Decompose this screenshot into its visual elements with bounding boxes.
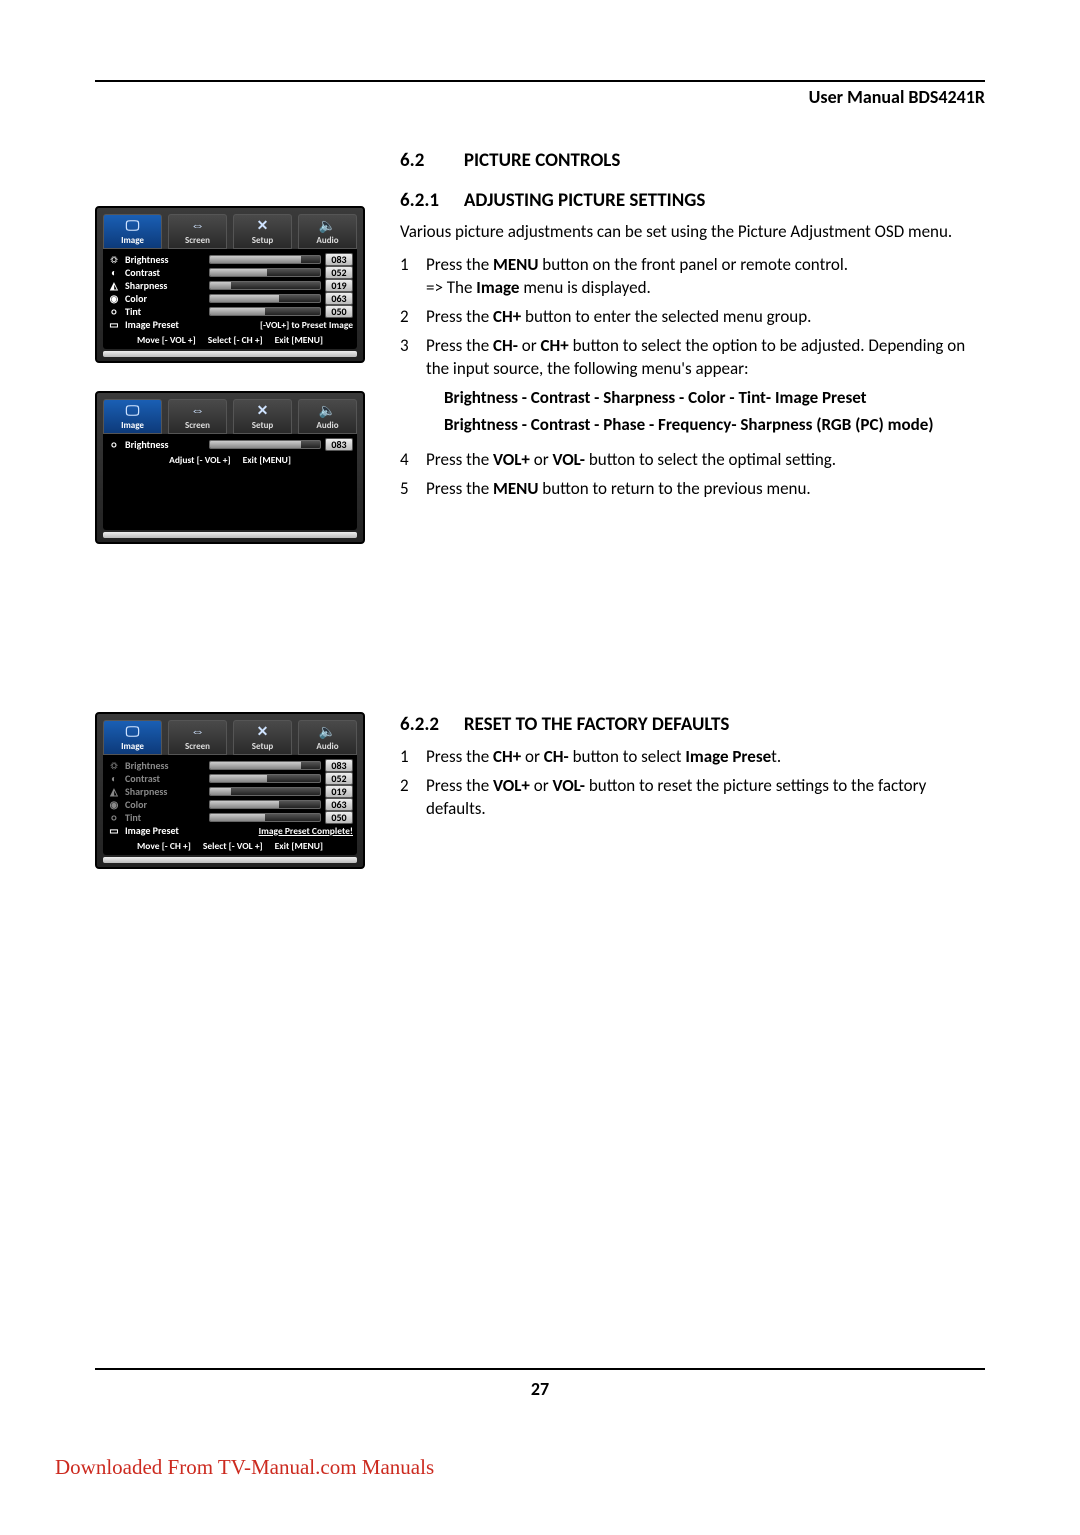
setup-icon: ✕ bbox=[234, 404, 291, 420]
monitor-icon: 🖵 bbox=[104, 725, 161, 741]
color-icon: ◉ bbox=[107, 292, 121, 305]
osd-row-contrast: ◐ Contrast 052 bbox=[107, 266, 353, 279]
osd-menu-image-settings: 🖵 Image ⇔ Screen ✕ Setup 🔈 Audio bbox=[95, 206, 365, 363]
osd-hints: Adjust [- VOL +] Exit [MENU] bbox=[107, 451, 353, 467]
osd-body: ○ Brightness 083 Adjust [- VOL +] Exit [… bbox=[103, 434, 357, 530]
osd-row-sharpness: ◭ Sharpness 019 bbox=[107, 279, 353, 292]
osd-row-image-preset: ▭ Image Preset [-VOL+] to Preset Image bbox=[107, 318, 353, 331]
osd-tabs: 🖵 Image ⇔ Screen ✕ Setup 🔈 Audio bbox=[97, 393, 363, 434]
step-3: 3 Press the CH- or CH+ button to select … bbox=[400, 335, 985, 443]
steps-list: 1 Press the MENU button on the front pan… bbox=[400, 254, 985, 500]
osd-footer-bar bbox=[103, 857, 357, 863]
osd-row-tint: ○ Tint 050 bbox=[107, 811, 353, 824]
contrast-icon: ◐ bbox=[107, 772, 121, 785]
section-6-2-heading: 6.2 PICTURE CONTROLS bbox=[400, 148, 985, 174]
sharpness-icon: ◭ bbox=[107, 279, 121, 292]
brightness-icon: ☼ bbox=[107, 759, 121, 772]
osd-tab-audio: 🔈 Audio bbox=[298, 720, 357, 755]
osd-footer-bar bbox=[103, 351, 357, 357]
left-column: 🖵 Image ⇔ Screen ✕ Setup 🔈 Audio bbox=[95, 148, 375, 572]
mode-bullets: Brightness - Contrast - Sharpness - Colo… bbox=[444, 387, 985, 437]
osd-row-brightness: ☼ Brightness 083 bbox=[107, 759, 353, 772]
footer-rule bbox=[95, 1368, 985, 1370]
monitor-icon: 🖵 bbox=[104, 219, 161, 235]
setup-icon: ✕ bbox=[234, 219, 291, 235]
sharpness-icon: ◭ bbox=[107, 785, 121, 798]
osd-row-brightness: ○ Brightness 083 bbox=[107, 438, 353, 451]
osd-row-sharpness: ◭ Sharpness 019 bbox=[107, 785, 353, 798]
download-source-text: Downloaded From TV-Manual.com Manuals bbox=[55, 1455, 434, 1480]
osd-menu-image-preset-complete: 🖵 Image ⇔ Screen ✕ Setup 🔈 Audio bbox=[95, 712, 365, 869]
osd-tab-audio: 🔈 Audio bbox=[298, 399, 357, 434]
contrast-icon: ◐ bbox=[107, 266, 121, 279]
osd-row-image-preset: ▭ Image Preset Image Preset Complete! bbox=[107, 824, 353, 837]
preset-icon: ▭ bbox=[107, 318, 121, 331]
steps-list-2: 1 Press the CH+ or CH- button to select … bbox=[400, 746, 985, 821]
screen-icon: ⇔ bbox=[169, 725, 226, 741]
brightness-icon: ○ bbox=[107, 438, 121, 451]
osd-row-tint: ○ Tint 050 bbox=[107, 305, 353, 318]
osd-tab-screen: ⇔ Screen bbox=[168, 399, 227, 434]
step-2: 2 Press the VOL+ or VOL- button to reset… bbox=[400, 775, 985, 821]
osd-tab-image: 🖵 Image bbox=[103, 399, 162, 434]
osd-tab-screen: ⇔ Screen bbox=[168, 214, 227, 249]
color-icon: ◉ bbox=[107, 798, 121, 811]
right-column-2: 6.2.2 RESET TO THE FACTORY DEFAULTS 1 Pr… bbox=[400, 712, 985, 897]
left-column-2: 🖵 Image ⇔ Screen ✕ Setup 🔈 Audio bbox=[95, 712, 375, 897]
header-rule bbox=[95, 80, 985, 82]
step-1: 1 Press the MENU button on the front pan… bbox=[400, 254, 985, 300]
osd-row-color: ◉ Color 063 bbox=[107, 798, 353, 811]
step-4: 4 Press the VOL+ or VOL- button to selec… bbox=[400, 449, 985, 472]
osd-menu-brightness-adjust: 🖵 Image ⇔ Screen ✕ Setup 🔈 Audio bbox=[95, 391, 365, 544]
osd-tab-setup: ✕ Setup bbox=[233, 214, 292, 249]
intro-text: Various picture adjustments can be set u… bbox=[400, 221, 985, 244]
osd-tab-screen: ⇔ Screen bbox=[168, 720, 227, 755]
osd-tab-audio: 🔈 Audio bbox=[298, 214, 357, 249]
tint-icon: ○ bbox=[107, 811, 121, 824]
osd-tab-setup: ✕ Setup bbox=[233, 720, 292, 755]
screen-icon: ⇔ bbox=[169, 219, 226, 235]
osd-tabs: 🖵 Image ⇔ Screen ✕ Setup 🔈 Audio bbox=[97, 714, 363, 755]
osd-tab-setup: ✕ Setup bbox=[233, 399, 292, 434]
brightness-icon: ☼ bbox=[107, 253, 121, 266]
osd-tabs: 🖵 Image ⇔ Screen ✕ Setup 🔈 Audio bbox=[97, 208, 363, 249]
osd-tab-image: 🖵 Image bbox=[103, 720, 162, 755]
right-column: 6.2 PICTURE CONTROLS 6.2.1 ADJUSTING PIC… bbox=[400, 148, 985, 572]
section-6-2-1-heading: 6.2.1 ADJUSTING PICTURE SETTINGS bbox=[400, 188, 985, 214]
osd-body: ☼ Brightness 083 ◐ Contrast 052 ◭ Sharpn… bbox=[103, 249, 357, 349]
osd-body: ☼ Brightness 083 ◐ Contrast 052 ◭ Sharpn… bbox=[103, 755, 357, 855]
screen-icon: ⇔ bbox=[169, 404, 226, 420]
osd-footer-bar bbox=[103, 532, 357, 538]
tint-icon: ○ bbox=[107, 305, 121, 318]
osd-row-color: ◉ Color 063 bbox=[107, 292, 353, 305]
audio-icon: 🔈 bbox=[299, 725, 356, 741]
audio-icon: 🔈 bbox=[299, 219, 356, 235]
osd-hints: Move [- VOL +] Select [- CH +] Exit [MEN… bbox=[107, 331, 353, 347]
setup-icon: ✕ bbox=[234, 725, 291, 741]
section-6-2-2-heading: 6.2.2 RESET TO THE FACTORY DEFAULTS bbox=[400, 712, 985, 738]
osd-row-brightness: ☼ Brightness 083 bbox=[107, 253, 353, 266]
osd-tab-image: 🖵 Image bbox=[103, 214, 162, 249]
osd-hints: Move [- CH +] Select [- VOL +] Exit [MEN… bbox=[107, 837, 353, 853]
step-5: 5 Press the MENU button to return to the… bbox=[400, 478, 985, 501]
step-2: 2 Press the CH+ button to enter the sele… bbox=[400, 306, 985, 329]
page-number: 27 bbox=[0, 1378, 1080, 1400]
monitor-icon: 🖵 bbox=[104, 404, 161, 420]
header-title: User Manual BDS4241R bbox=[95, 86, 985, 108]
step-1: 1 Press the CH+ or CH- button to select … bbox=[400, 746, 985, 769]
osd-row-contrast: ◐ Contrast 052 bbox=[107, 772, 353, 785]
audio-icon: 🔈 bbox=[299, 404, 356, 420]
preset-icon: ▭ bbox=[107, 824, 121, 837]
